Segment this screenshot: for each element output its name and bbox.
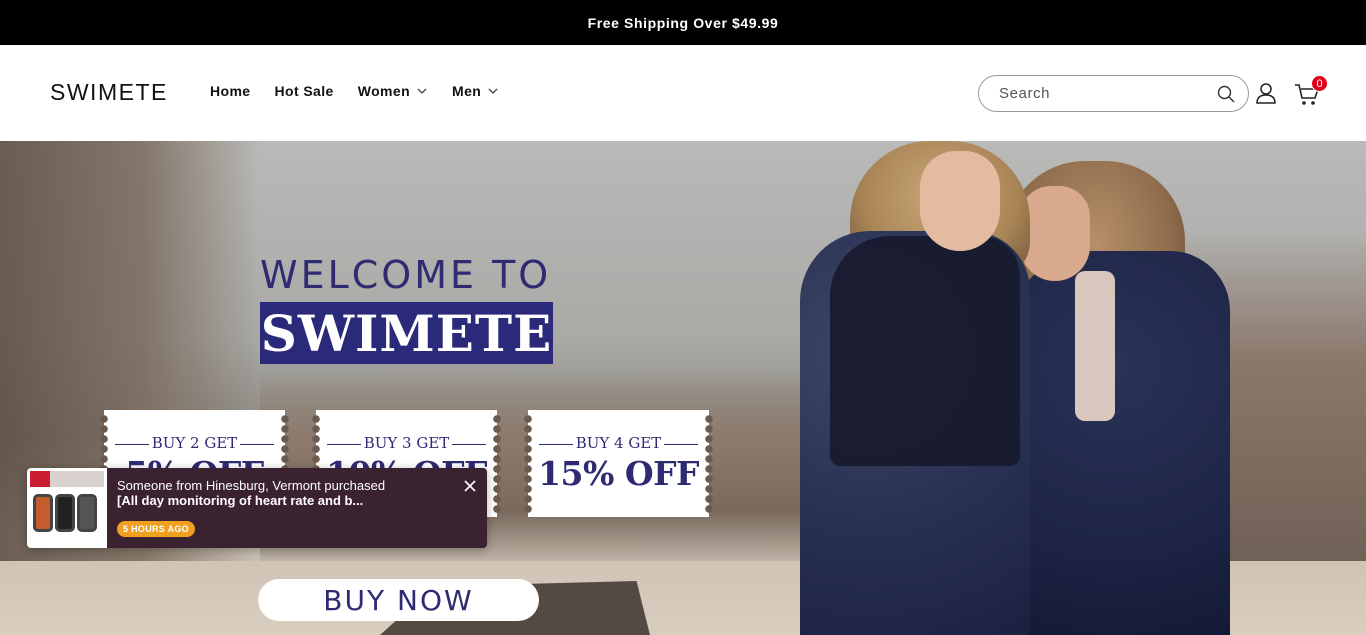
nav-item-label: Hot Sale [274,83,334,99]
model-one-vest [830,236,1020,466]
nav-item-label: Home [210,83,251,99]
offer-ticket-discount: 15% OFF [538,454,699,493]
close-icon[interactable] [463,479,477,493]
nav-item-label: Women [357,83,411,99]
model-one-face [920,151,1000,251]
model-two-shirt [1075,271,1115,421]
hero-brand-title: SWIMETE [260,302,553,364]
offer-ticket-top: BUY 3 GET [316,434,497,452]
offer-ticket-top: BUY 2 GET [104,434,285,452]
nav-item-women[interactable]: Women [358,83,428,99]
site-header: SWIMETE Home Hot Sale Women Men Search 0 [0,45,1366,141]
nav-item-men[interactable]: Men [452,83,499,99]
site-logo[interactable]: SWIMETE [50,79,168,106]
offer-ticket-top-text: BUY 2 GET [151,434,238,452]
announcement-bar: Free Shipping Over $49.99 [0,0,1366,45]
notification-time-badge: 5 HOURS AGO [117,521,195,537]
main-nav: Home Hot Sale Women Men [210,83,499,99]
chevron-down-icon [488,88,498,94]
search-box [978,75,1249,112]
account-icon[interactable] [1254,81,1278,105]
model-two-coat [1005,251,1230,635]
search-icon[interactable] [1216,84,1236,104]
hero-welcome-text: WELCOME TO [260,253,552,297]
nav-item-label: Men [452,83,482,99]
cart-count-badge: 0 [1311,75,1328,92]
search-input[interactable] [999,85,1216,102]
offer-ticket: BUY 4 GET 15% OFF [524,410,713,517]
product-thumbnail[interactable] [27,468,107,548]
nav-item-hot-sale[interactable]: Hot Sale [275,83,334,99]
notification-line-1: Someone from Hinesburg, Vermont purchase… [117,478,386,493]
purchase-notification[interactable]: Someone from Hinesburg, Vermont purchase… [27,468,487,548]
offer-ticket-top-text: BUY 4 GET [575,434,662,452]
offer-ticket-top: BUY 4 GET [528,434,709,452]
nav-item-home[interactable]: Home [210,83,251,99]
notification-line-2: [All day monitoring of heart rate and b.… [117,493,364,508]
hero-banner[interactable]: WELCOME TO SWIMETE BUY 2 GET 5% OFF BUY … [0,141,1366,635]
model-two-face [1020,186,1090,281]
chevron-down-icon [417,88,427,94]
buy-now-button[interactable]: BUY NOW [258,579,539,621]
announcement-text: Free Shipping Over $49.99 [587,14,779,31]
notification-message: Someone from Hinesburg, Vermont purchase… [117,478,447,508]
offer-ticket-top-text: BUY 3 GET [363,434,450,452]
